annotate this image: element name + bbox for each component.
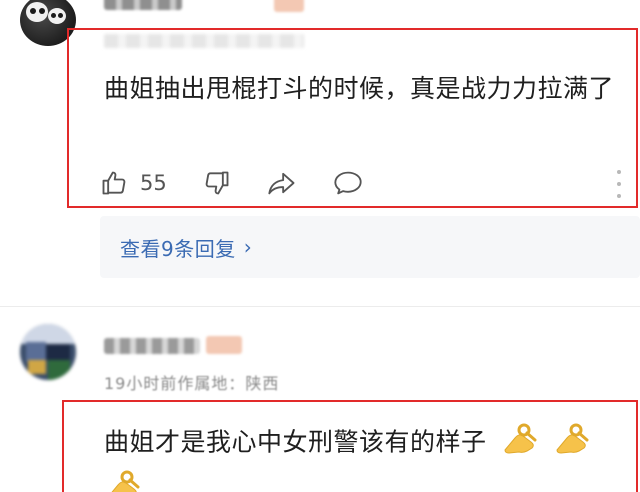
ok-hand-icon <box>553 420 593 467</box>
comment-text-body: 曲姐才是我心中女刑警该有的样子 <box>104 427 487 457</box>
username-redacted <box>104 338 200 354</box>
ok-hand-icon <box>501 420 541 467</box>
view-replies-label: 查看9条回复 <box>120 236 236 261</box>
comment-meta: 19小时前作属地：陕西 <box>104 374 280 393</box>
panda-face <box>26 2 48 22</box>
panda-face <box>48 8 66 24</box>
username-redacted <box>104 0 182 10</box>
comment-text: 曲姐抽出甩棍打斗的时候，真是战力力拉满了 <box>104 74 615 103</box>
thumbs-up-icon <box>100 169 128 197</box>
comment-text: 曲姐才是我心中女刑警该有的样子 <box>104 420 634 492</box>
chevron-right-icon: › <box>243 235 252 259</box>
share-icon <box>267 169 297 197</box>
ok-hand-icon <box>104 467 144 492</box>
dislike-button[interactable] <box>203 169 231 197</box>
comment-feed: 曲姐抽出甩棍打斗的时候，真是战力力拉满了 55 查看9条回复 › 19小时前作属… <box>0 0 640 492</box>
user-avatar[interactable] <box>20 324 76 380</box>
thumbs-down-icon <box>203 169 231 197</box>
comment-divider <box>0 306 640 307</box>
view-replies-button[interactable]: 查看9条回复 › <box>100 216 640 278</box>
share-button[interactable] <box>267 169 297 197</box>
more-vertical-icon[interactable] <box>614 170 624 198</box>
like-count: 55 <box>140 171 167 195</box>
comment-icon <box>333 169 363 197</box>
comment-actions: 55 <box>100 166 363 200</box>
reply-button[interactable] <box>333 169 363 197</box>
username-redacted <box>274 0 304 12</box>
like-button[interactable]: 55 <box>100 169 167 197</box>
username-redacted <box>206 336 242 354</box>
